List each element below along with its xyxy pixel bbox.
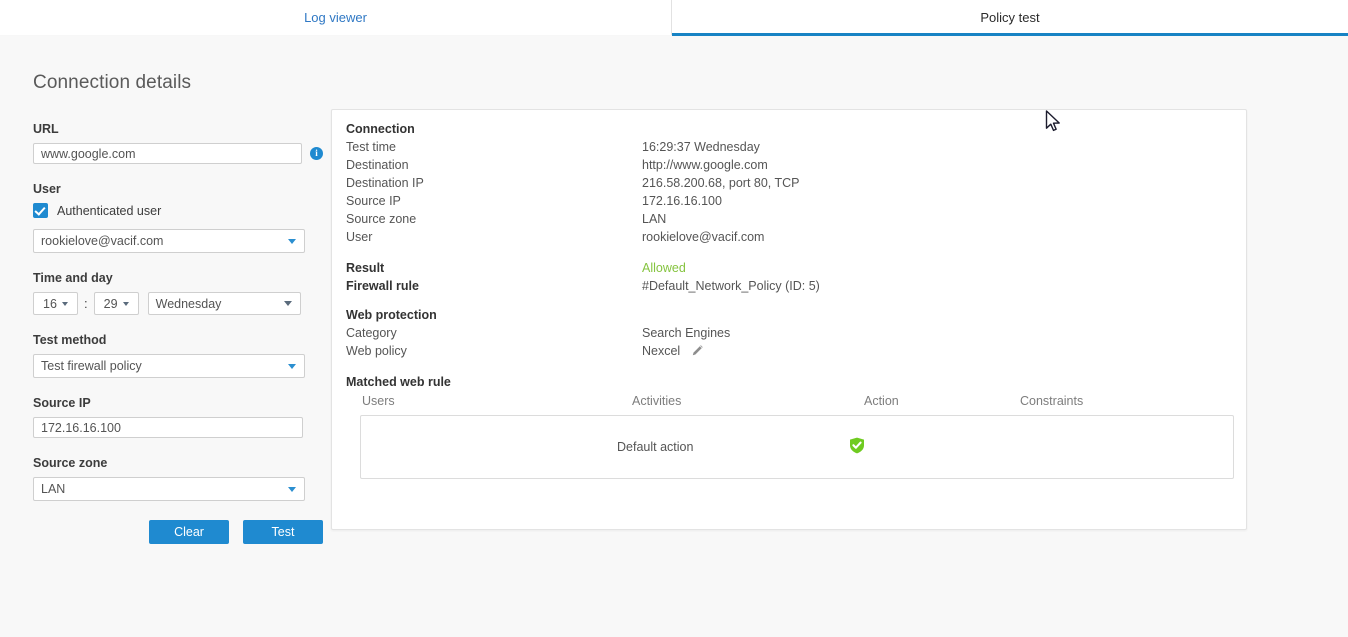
field-url: URL i: [33, 122, 323, 164]
web-policy-value: Nexcel: [642, 344, 681, 358]
column-header-constraints: Constraints: [1020, 394, 1084, 408]
chevron-down-icon: [122, 301, 129, 306]
authenticated-user-checkbox[interactable]: [33, 203, 48, 218]
test-time-key: Test time: [346, 140, 397, 154]
web-policy-value-wrap: Nexcel: [642, 342, 704, 362]
column-header-action: Action: [864, 394, 899, 408]
source-zone-key: Source zone: [346, 212, 417, 226]
source-ip-input[interactable]: [33, 417, 303, 438]
cell-action: [849, 437, 1005, 457]
row-source-ip: Source IP 172.16.16.100: [346, 192, 1232, 210]
clear-button[interactable]: Clear: [149, 520, 229, 544]
firewall-rule-key: Firewall rule: [346, 279, 419, 293]
source-zone-value: LAN: [41, 482, 66, 496]
category-key: Category: [346, 326, 397, 340]
test-button[interactable]: Test: [243, 520, 323, 544]
source-zone-label: Source zone: [33, 456, 108, 470]
time-separator: :: [84, 296, 88, 311]
authenticated-user-label: Authenticated user: [57, 203, 162, 218]
test-result-card: Connection Test time 16:29:37 Wednesday …: [331, 109, 1247, 530]
destination-key: Destination: [346, 158, 409, 172]
source-ip-key: Source IP: [346, 194, 401, 208]
minute-select[interactable]: 29: [93, 292, 139, 315]
tab-bar: Log viewer Policy test: [0, 0, 1348, 35]
field-user: User Authenticated user rookielove@vacif…: [33, 182, 323, 253]
day-select[interactable]: Wednesday: [147, 292, 301, 315]
hour-select[interactable]: 16: [33, 292, 78, 315]
web-protection-section-heading: Web protection: [346, 308, 437, 322]
day-value: Wednesday: [155, 296, 222, 311]
test-time-value: 16:29:37 Wednesday: [642, 140, 760, 154]
user-key: User: [346, 230, 373, 244]
row-destination: Destination http://www.google.com: [346, 156, 1232, 174]
row-user: User rookielove@vacif.com: [346, 228, 1232, 246]
source-ip-label: Source IP: [33, 396, 91, 410]
row-destination-ip: Destination IP 216.58.200.68, port 80, T…: [346, 174, 1232, 192]
row-web-policy: Web policy Nexcel: [346, 342, 1232, 362]
cell-activities: Default action: [617, 440, 694, 454]
chevron-down-icon: [283, 301, 292, 306]
column-header-activities: Activities: [632, 394, 682, 408]
time-and-day-label: Time and day: [33, 271, 113, 285]
source-zone-select[interactable]: LAN: [33, 477, 305, 501]
result-key: Result: [346, 261, 385, 275]
row-category: Category Search Engines: [346, 324, 1232, 342]
field-source-zone: Source zone LAN: [33, 456, 323, 501]
user-select[interactable]: rookielove@vacif.com: [33, 229, 305, 253]
chevron-down-icon: [288, 238, 296, 244]
form-actions: Clear Test: [33, 520, 323, 544]
field-source-ip: Source IP: [33, 396, 323, 438]
chevron-down-icon: [61, 301, 68, 306]
category-value: Search Engines: [642, 326, 731, 340]
minute-value: 29: [103, 296, 118, 311]
source-ip-value: 172.16.16.100: [642, 194, 722, 208]
info-icon[interactable]: i: [310, 147, 323, 160]
destination-value: http://www.google.com: [642, 158, 768, 172]
shield-check-icon: [849, 437, 865, 457]
chevron-down-icon: [288, 363, 296, 369]
matched-web-rule-table-header: Users Activities Action Constraints: [346, 394, 1232, 408]
url-input[interactable]: [33, 143, 302, 164]
page-body: Connection details URL i User Authentica…: [0, 36, 1348, 637]
row-result: Result Allowed: [346, 259, 1232, 277]
time-and-day-row: 16 : 29 Wednesday: [33, 292, 323, 315]
destination-ip-key: Destination IP: [346, 176, 424, 190]
source-zone-value: LAN: [642, 212, 667, 226]
chevron-down-icon: [288, 486, 296, 492]
test-method-label: Test method: [33, 333, 107, 347]
test-method-select[interactable]: Test firewall policy: [33, 354, 305, 378]
tab-policy-test-label: Policy test: [980, 10, 1040, 25]
user-value: rookielove@vacif.com: [642, 230, 765, 244]
row-source-zone: Source zone LAN: [346, 210, 1232, 228]
tab-log-viewer-label: Log viewer: [304, 10, 367, 25]
authenticated-user-checkbox-row[interactable]: Authenticated user: [33, 203, 323, 218]
web-policy-key: Web policy: [346, 344, 407, 358]
page-title: Connection details: [33, 72, 192, 93]
test-method-value: Test firewall policy: [41, 359, 142, 373]
pencil-icon[interactable]: [691, 344, 704, 362]
table-row: Default action: [360, 415, 1234, 479]
destination-ip-value: 216.58.200.68, port 80, TCP: [642, 176, 800, 190]
result-value: Allowed: [642, 261, 686, 275]
user-select-value: rookielove@vacif.com: [41, 234, 164, 248]
connection-section-heading: Connection: [346, 122, 415, 136]
row-test-time: Test time 16:29:37 Wednesday: [346, 138, 1232, 156]
connection-details-form: Connection details URL i User Authentica…: [33, 72, 323, 544]
field-test-method: Test method Test firewall policy: [33, 333, 323, 378]
matched-web-rule-heading: Matched web rule: [346, 375, 451, 389]
column-header-users: Users: [362, 394, 395, 408]
url-label: URL: [33, 122, 59, 136]
tab-log-viewer[interactable]: Log viewer: [0, 0, 672, 35]
firewall-rule-value: #Default_Network_Policy (ID: 5): [642, 279, 820, 293]
tab-policy-test[interactable]: Policy test: [672, 0, 1348, 35]
user-label: User: [33, 182, 61, 196]
hour-value: 16: [43, 296, 57, 311]
url-row: i: [33, 143, 323, 164]
row-firewall-rule: Firewall rule #Default_Network_Policy (I…: [346, 277, 1232, 295]
field-time-and-day: Time and day 16 : 29 Wednesday: [33, 271, 323, 315]
